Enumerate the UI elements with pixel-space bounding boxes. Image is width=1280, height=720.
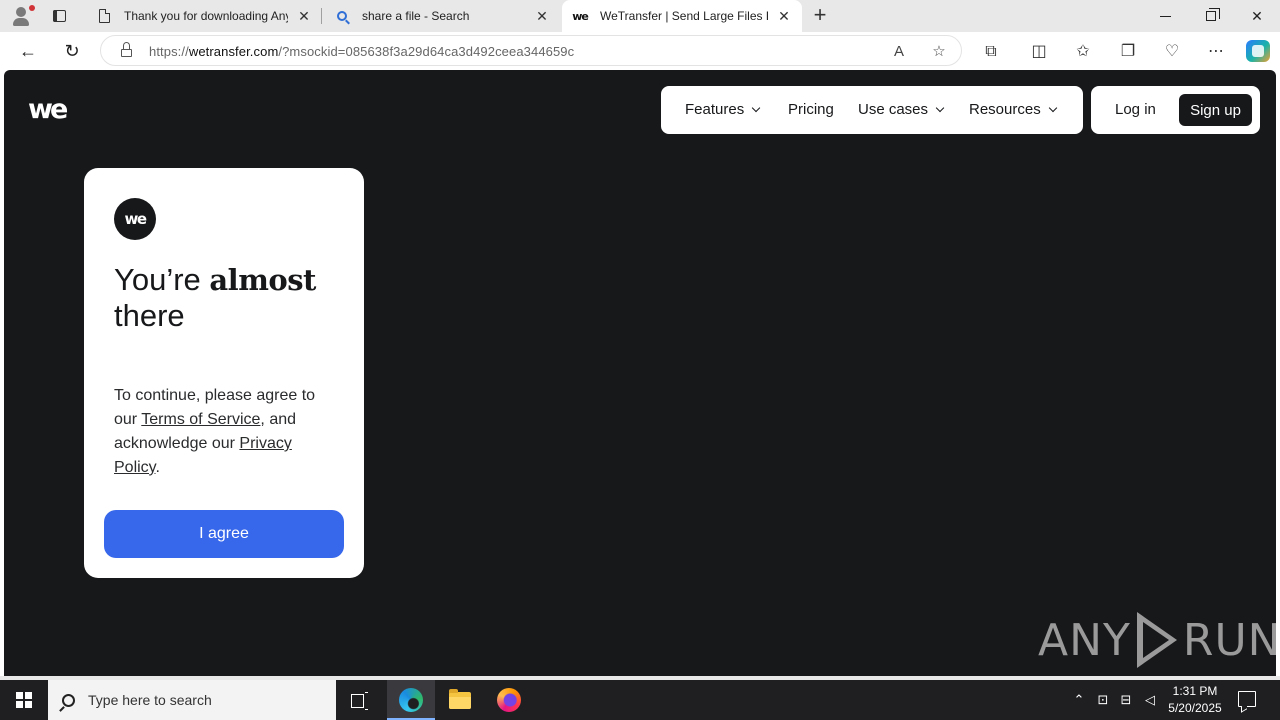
search-icon — [62, 693, 75, 707]
close-icon[interactable]: ✕ — [776, 8, 792, 24]
security-tray-icon[interactable]: ⊡ — [1094, 690, 1112, 710]
close-icon[interactable]: ✕ — [296, 8, 312, 24]
clock-date: 5/20/2025 — [1168, 701, 1222, 715]
browser-toolbar: ← ↻ https://wetransfer.com/?msockid=0856… — [0, 32, 1280, 70]
new-tab-button[interactable]: + — [808, 4, 832, 28]
tab-search[interactable]: share a file - Search ✕ — [324, 0, 560, 32]
windows-logo-icon — [16, 692, 32, 708]
refresh-icon: ↻ — [64, 40, 80, 61]
url-text[interactable]: https://wetransfer.com/?msockid=085638f3… — [149, 44, 574, 59]
chevron-down-icon — [1048, 103, 1057, 113]
notification-center-icon[interactable] — [1238, 691, 1256, 707]
close-icon: ✕ — [1251, 7, 1263, 24]
page-viewport: we Features Pricing Use cases Resources … — [4, 70, 1276, 676]
nav-features[interactable]: Features — [685, 101, 761, 118]
minimize-button[interactable] — [1142, 0, 1188, 32]
signup-button[interactable]: Sign up — [1179, 94, 1252, 126]
folder-icon — [449, 688, 471, 709]
back-button[interactable]: ← — [14, 38, 42, 64]
lock-icon[interactable] — [121, 42, 132, 57]
tab-title: share a file - Search — [362, 9, 470, 23]
extensions-icon[interactable]: ⧉ — [980, 41, 1002, 63]
profile-avatar-icon[interactable] — [8, 4, 36, 28]
consent-text: To continue, please agree to our Terms o… — [114, 387, 316, 476]
more-options-icon[interactable]: ⋯ — [1205, 41, 1227, 63]
wetransfer-icon: we — [572, 9, 589, 23]
auth-navigation: Log in Sign up — [1091, 86, 1260, 134]
firefox-icon — [497, 688, 521, 712]
document-icon — [96, 8, 112, 24]
minimize-icon — [1159, 15, 1171, 17]
wetransfer-logo[interactable]: we — [28, 96, 68, 124]
play-icon — [1136, 612, 1177, 668]
volume-icon[interactable]: ◁ — [1141, 690, 1159, 710]
nav-use-cases[interactable]: Use cases — [858, 101, 945, 118]
i-agree-button[interactable]: I agree — [104, 510, 344, 558]
close-icon[interactable]: ✕ — [534, 8, 550, 24]
taskbar-search-box[interactable]: Type here to search — [48, 680, 336, 720]
taskbar-search-placeholder: Type here to search — [88, 692, 212, 708]
task-view-button[interactable] — [336, 680, 384, 720]
system-clock[interactable]: 1:31 PM 5/20/2025 — [1160, 683, 1230, 717]
wetransfer-logo-badge: we — [114, 198, 156, 240]
network-icon[interactable]: ⊟ — [1117, 690, 1135, 710]
taskbar-edge[interactable] — [387, 680, 435, 720]
consent-card: we You’re almost there To continue, plea… — [84, 168, 364, 578]
restore-icon — [1206, 8, 1220, 21]
favorite-star-icon[interactable]: ☆ — [929, 42, 949, 62]
anyrun-watermark: ANY RUN — [1038, 608, 1276, 672]
browser-essentials-icon[interactable]: ♡ — [1161, 41, 1183, 63]
edge-browser-icon — [399, 688, 423, 712]
taskbar-firefox[interactable] — [485, 680, 533, 720]
tab-title: WeTransfer | Send Large Files Fast — [600, 9, 768, 23]
refresh-button[interactable]: ↻ — [58, 38, 86, 64]
address-bar[interactable]: https://wetransfer.com/?msockid=085638f3… — [100, 35, 962, 66]
taskbar: Type here to search ⌃ ⊡ ⊟ ◁ 1:31 PM 5/20… — [0, 680, 1280, 720]
clock-time: 1:31 PM — [1172, 684, 1218, 698]
chevron-down-icon — [935, 103, 945, 113]
tab-anydesk[interactable]: Thank you for downloading AnyDesk ✕ — [86, 0, 322, 32]
collections-icon[interactable]: ❐ — [1117, 41, 1139, 63]
tab-strip: Thank you for downloading AnyDesk ✕ shar… — [0, 0, 1280, 32]
copilot-icon[interactable] — [1246, 40, 1270, 62]
search-icon — [334, 8, 350, 24]
start-button[interactable] — [0, 680, 48, 720]
terms-of-service-link[interactable]: Terms of Service — [141, 411, 260, 428]
read-aloud-icon[interactable]: A — [889, 42, 909, 62]
main-navigation: Features Pricing Use cases Resources — [661, 86, 1083, 134]
task-view-icon — [351, 692, 369, 710]
nav-resources[interactable]: Resources — [969, 101, 1057, 118]
tab-wetransfer[interactable]: we WeTransfer | Send Large Files Fast ✕ — [562, 0, 802, 32]
consent-title: You’re almost there — [114, 262, 316, 333]
taskbar-file-explorer[interactable] — [436, 680, 484, 720]
tab-actions-icon[interactable] — [50, 6, 70, 26]
nav-pricing[interactable]: Pricing — [788, 101, 834, 118]
chevron-down-icon — [751, 103, 761, 113]
restore-button[interactable] — [1188, 0, 1234, 32]
split-screen-icon[interactable]: ◫ — [1028, 41, 1050, 63]
tab-title: Thank you for downloading AnyDesk — [124, 9, 288, 23]
close-window-button[interactable]: ✕ — [1234, 0, 1280, 32]
show-hidden-icons-chevron-icon[interactable]: ⌃ — [1070, 690, 1088, 710]
login-link[interactable]: Log in — [1115, 101, 1156, 118]
back-arrow-icon: ← — [19, 40, 37, 61]
favorites-icon[interactable]: ✩ — [1072, 41, 1094, 63]
